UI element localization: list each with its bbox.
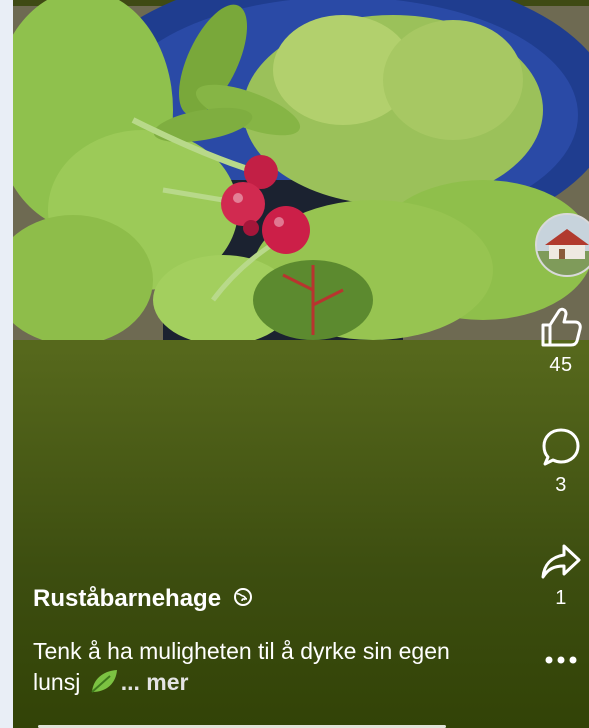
globe-icon bbox=[233, 587, 253, 612]
share-action[interactable]: 1 bbox=[533, 543, 589, 610]
comment-count: 3 bbox=[555, 474, 567, 496]
author-name[interactable]: Ruståbarnehage bbox=[33, 585, 221, 613]
see-more-link[interactable]: ... mer bbox=[121, 669, 189, 695]
like-action[interactable]: 45 bbox=[533, 306, 589, 377]
post-photo[interactable] bbox=[13, 0, 589, 340]
post-caption[interactable]: Tenk å ha muligheten til å dyrke sin ege… bbox=[33, 636, 503, 702]
share-count: 1 bbox=[555, 587, 567, 609]
more-options-button[interactable] bbox=[533, 655, 589, 665]
page-avatar-image bbox=[537, 215, 589, 275]
reel-frame[interactable]: 45 3 1 Ruståbarnehage Tenk å ha mulighet… bbox=[13, 0, 589, 728]
post-photo-image bbox=[13, 0, 589, 340]
comment-action[interactable]: 3 bbox=[533, 426, 589, 497]
comment-bubble-icon[interactable] bbox=[540, 426, 582, 468]
share-arrow-icon[interactable] bbox=[540, 543, 582, 581]
thumbs-up-icon[interactable] bbox=[539, 306, 583, 348]
author-row: Ruståbarnehage bbox=[33, 585, 253, 613]
like-count: 45 bbox=[549, 354, 573, 376]
more-dots-icon[interactable] bbox=[544, 655, 578, 665]
leaf-emoji-icon bbox=[89, 668, 119, 702]
